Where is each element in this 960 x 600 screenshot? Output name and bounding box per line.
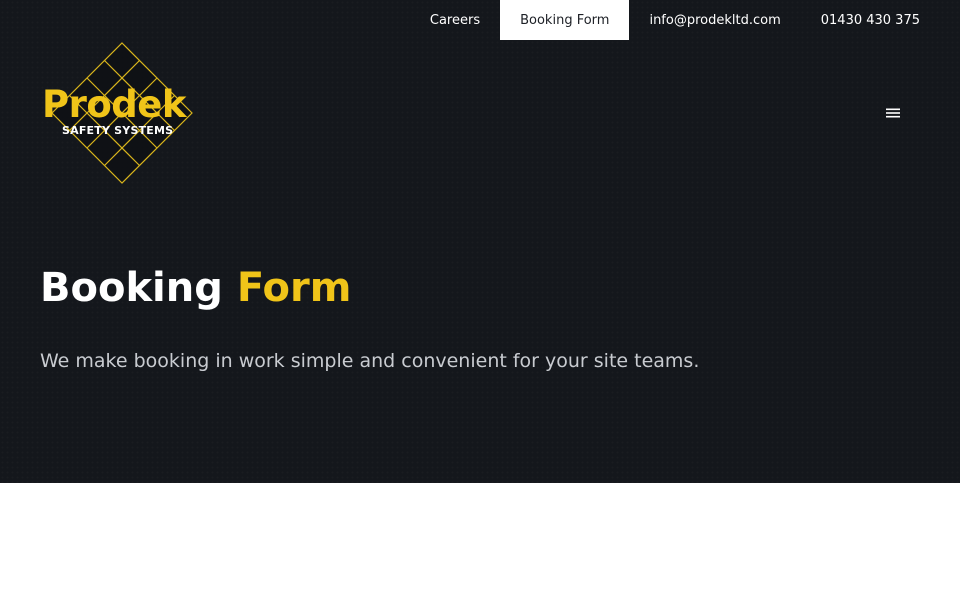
hero-section: Careers Booking Form info@prodekltd.com … — [0, 0, 960, 483]
nav-booking-form-link[interactable]: Booking Form — [500, 0, 630, 40]
nav-careers-link[interactable]: Careers — [410, 0, 500, 40]
logo-wordmark: Prodek — [42, 83, 186, 126]
logo-tagline: SAFETY SYSTEMS — [62, 124, 174, 137]
content-area — [0, 483, 960, 600]
top-navigation: Careers Booking Form info@prodekltd.com … — [410, 0, 940, 40]
page-title: Booking Form — [40, 266, 351, 310]
hamburger-menu-button[interactable] — [872, 92, 914, 134]
hamburger-menu-icon — [886, 108, 900, 118]
nav-email-link[interactable]: info@prodekltd.com — [629, 0, 800, 40]
page-title-accent: Form — [236, 265, 352, 311]
site-logo[interactable]: Prodek SAFETY SYSTEMS — [40, 42, 204, 184]
page-title-main: Booking — [40, 265, 223, 311]
page-subtitle: We make booking in work simple and conve… — [40, 350, 700, 372]
nav-phone-link[interactable]: 01430 430 375 — [801, 0, 940, 40]
